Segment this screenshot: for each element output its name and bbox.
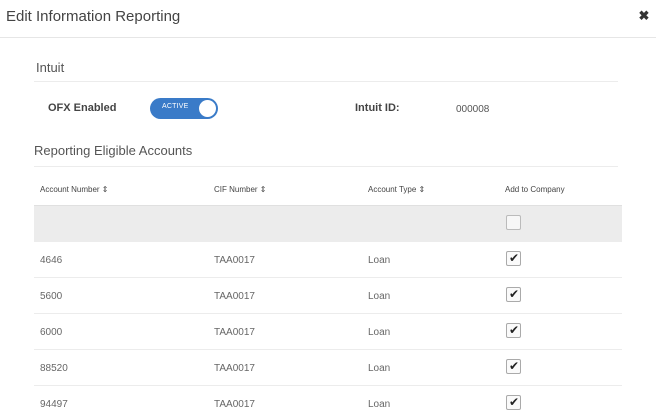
account-type-cell: Loan: [368, 327, 391, 338]
add-to-company-checkbox[interactable]: [506, 251, 521, 266]
section-divider: [34, 81, 618, 82]
column-header-add-to-company: Add to Company: [505, 185, 565, 194]
add-to-company-checkbox[interactable]: [506, 287, 521, 302]
intuit-id-value: 000008: [456, 104, 490, 115]
table-row: 5600 TAA0017 Loan: [34, 278, 622, 314]
add-to-company-checkbox[interactable]: [506, 395, 521, 410]
account-number-cell: 94497: [40, 399, 68, 410]
accounts-table: Account Number ⇕ CIF Number ⇕ Account Ty…: [34, 172, 622, 420]
account-number-cell: 4646: [40, 255, 63, 266]
account-type-cell: Loan: [368, 363, 391, 374]
ofx-enabled-label: OFX Enabled: [48, 102, 117, 114]
toggle-state-text: ACTIVE: [162, 103, 189, 110]
column-header-cif-number[interactable]: CIF Number ⇕: [214, 185, 267, 194]
ofx-enabled-toggle[interactable]: ACTIVE: [150, 98, 218, 119]
reporting-accounts-section-title: Reporting Eligible Accounts: [34, 143, 193, 158]
column-header-account-type[interactable]: Account Type ⇕: [368, 185, 425, 194]
modal-header: Edit Information Reporting ✖: [0, 0, 656, 38]
cif-number-cell: TAA0017: [214, 327, 255, 338]
account-number-cell: 6000: [40, 327, 63, 338]
add-to-company-checkbox[interactable]: [506, 359, 521, 374]
edit-information-reporting-modal: Edit Information Reporting ✖ Intuit OFX …: [0, 0, 656, 420]
intuit-id-label: Intuit ID:: [355, 102, 400, 114]
account-type-cell: Loan: [368, 255, 391, 266]
table-row: 94497 TAA0017 Loan: [34, 386, 622, 420]
cif-number-cell: TAA0017: [214, 255, 255, 266]
select-all-checkbox[interactable]: [506, 215, 521, 230]
table-row: 88520 TAA0017 Loan: [34, 350, 622, 386]
add-to-company-checkbox[interactable]: [506, 323, 521, 338]
section-divider: [34, 166, 618, 167]
close-icon[interactable]: ✖: [636, 8, 652, 24]
cif-number-cell: TAA0017: [214, 399, 255, 410]
intuit-section-title: Intuit: [36, 60, 65, 75]
account-type-cell: Loan: [368, 399, 391, 410]
table-header: Account Number ⇕ CIF Number ⇕ Account Ty…: [34, 172, 622, 206]
account-number-cell: 88520: [40, 363, 68, 374]
table-row: 4646 TAA0017 Loan: [34, 242, 622, 278]
account-type-cell: Loan: [368, 291, 391, 302]
table-row: 6000 TAA0017 Loan: [34, 314, 622, 350]
cif-number-cell: TAA0017: [214, 291, 255, 302]
cif-number-cell: TAA0017: [214, 363, 255, 374]
column-header-account-number[interactable]: Account Number ⇕: [40, 185, 109, 194]
modal-title: Edit Information Reporting: [6, 8, 181, 25]
account-number-cell: 5600: [40, 291, 63, 302]
toggle-knob: [199, 100, 216, 117]
select-all-row: [34, 206, 622, 242]
